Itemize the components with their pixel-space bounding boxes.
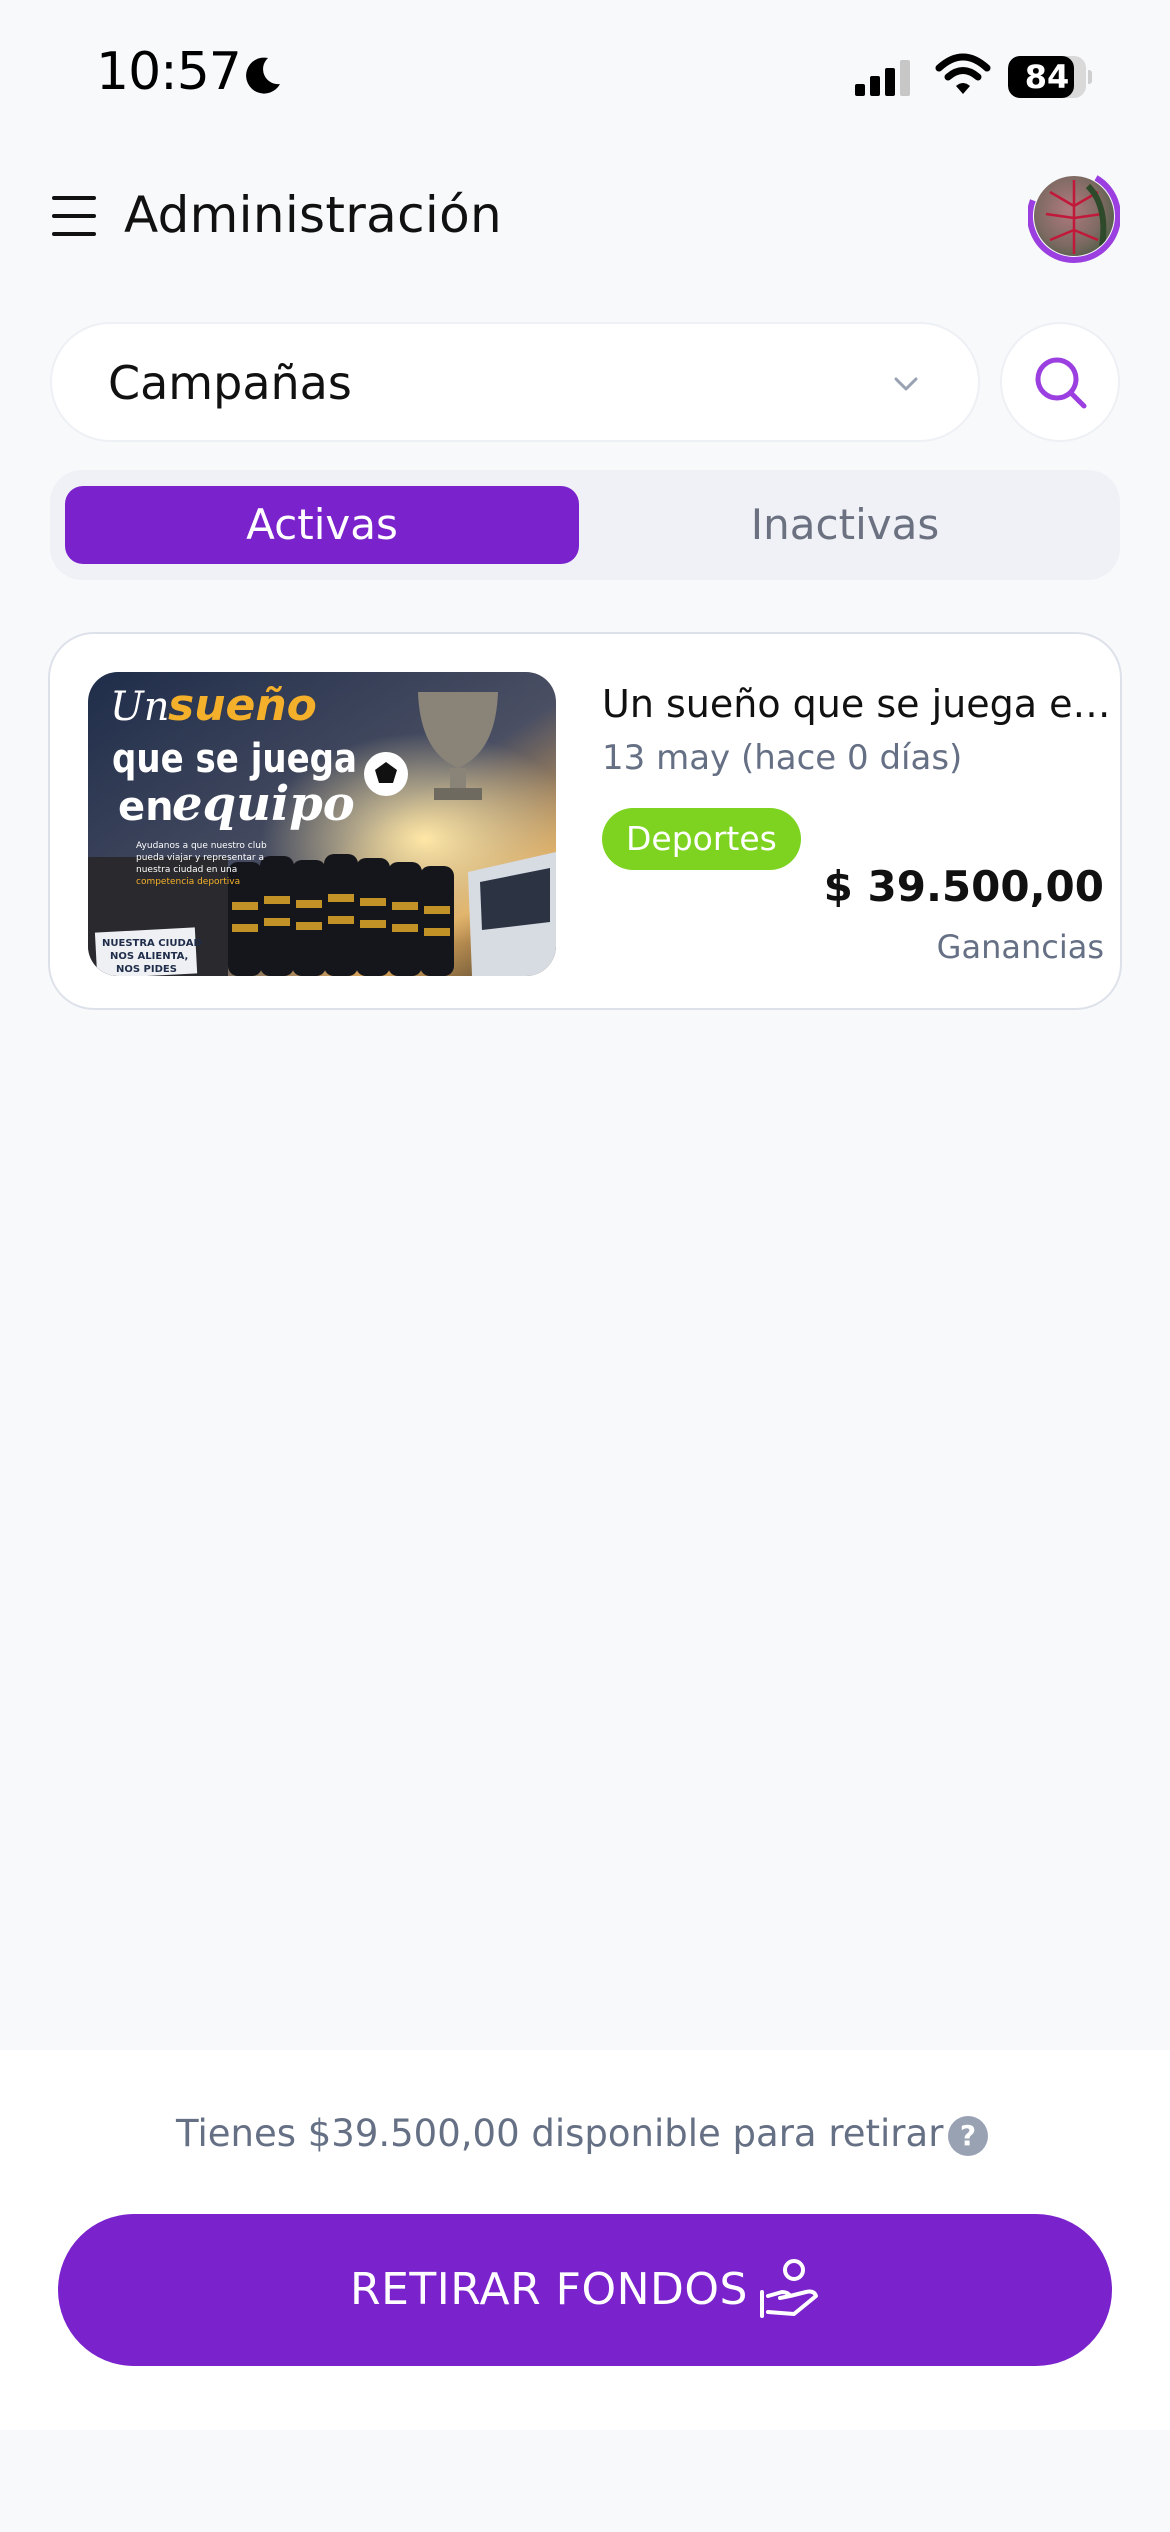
status-bar: 10:57 84 — [0, 0, 1170, 150]
image-body-line: Ayudanos a que nuestro club — [136, 841, 267, 851]
menu-line — [52, 214, 96, 218]
campaign-earnings: $ 39.500,00 — [823, 862, 1104, 911]
campaign-card[interactable]: Un sueño que se juega en equipo Ayudanos… — [48, 632, 1122, 1010]
hand-money-icon — [760, 2259, 818, 2318]
admin-screen: 10:57 84 Administración Campañas Activas… — [0, 0, 1170, 2532]
tab-inactivas[interactable]: Inactivas — [580, 486, 1110, 564]
image-banner-line: NOS ALIENTA, — [110, 951, 188, 962]
image-banner-line: NOS PIDES — [116, 964, 177, 975]
menu-line — [52, 232, 96, 236]
hamburger-menu-icon[interactable] — [52, 196, 96, 236]
chevron-down-icon — [894, 377, 918, 391]
withdraw-funds-button[interactable]: RETIRAR FONDOS — [58, 2214, 1112, 2366]
image-text-equipo: equipo — [172, 776, 355, 832]
wifi-icon — [935, 53, 991, 94]
menu-line — [52, 196, 96, 200]
tab-activas[interactable]: Activas — [65, 486, 579, 564]
available-balance-text: Tienes $39.500,00 disponible para retira… — [176, 2112, 944, 2155]
battery-body: 84 — [1008, 56, 1086, 98]
battery-tip — [1088, 70, 1092, 84]
earnings-label: Ganancias — [936, 928, 1104, 966]
campaign-type-select[interactable]: Campañas — [50, 322, 980, 442]
withdraw-panel: Tienes $39.500,00 disponible para retira… — [0, 2050, 1170, 2430]
withdraw-button-label: RETIRAR FONDOS — [350, 2264, 748, 2315]
moon-icon — [246, 57, 280, 94]
image-banner-line: NUESTRA CIUDAD — [102, 938, 202, 949]
campaign-date: 13 may (hace 0 días) — [602, 738, 963, 778]
image-body-line: competencia deportiva — [136, 877, 240, 887]
image-body-line: nuestra ciudad en una — [136, 865, 237, 875]
image-text-sueno: sueño — [168, 680, 317, 731]
campaign-image: Un sueño que se juega en equipo Ayudanos… — [88, 672, 556, 976]
battery-level: 84 — [1024, 58, 1070, 96]
select-value: Campañas — [108, 356, 352, 410]
cellular-signal-icon — [855, 60, 910, 96]
battery-icon: 84 — [1008, 56, 1092, 98]
search-icon — [1035, 357, 1087, 409]
image-body-line: pueda viajar y representar a — [136, 853, 264, 863]
status-tabs: Activas Inactivas — [50, 470, 1120, 580]
category-badge: Deportes — [602, 808, 801, 870]
campaign-title: Un sueño que se juega en equipo — [602, 682, 1114, 726]
search-button[interactable] — [1000, 322, 1120, 442]
image-text-un: Un — [110, 684, 169, 730]
help-icon[interactable]: ? — [948, 2116, 988, 2156]
status-time: 10:57 — [96, 42, 242, 102]
page-title: Administración — [124, 186, 502, 244]
profile-avatar[interactable] — [1028, 166, 1120, 264]
image-text-en: en — [118, 784, 174, 830]
